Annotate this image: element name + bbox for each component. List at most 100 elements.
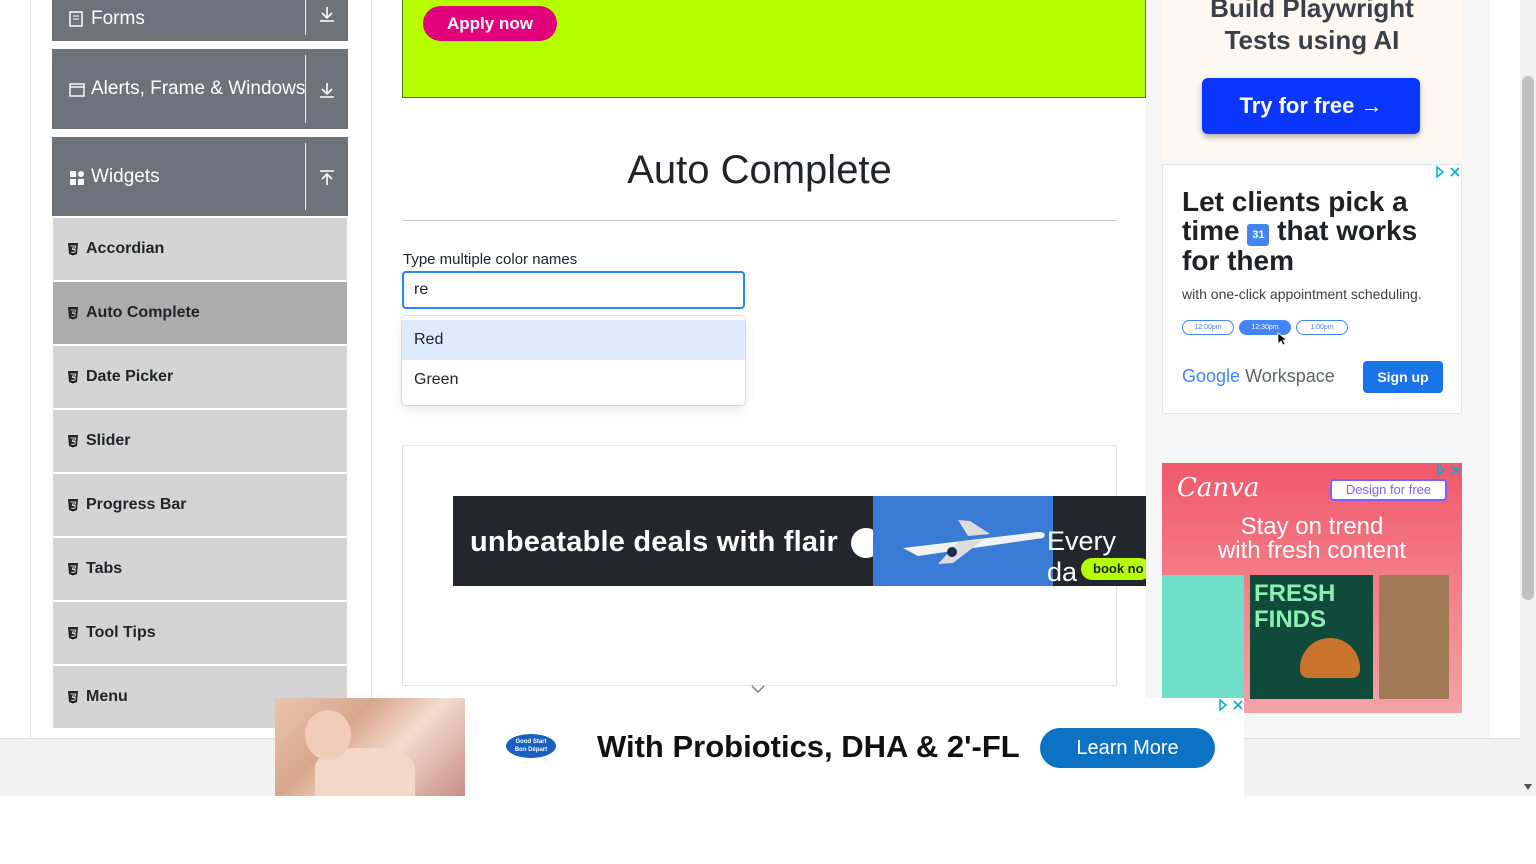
- sidebar-item-label: Tool Tips: [86, 624, 156, 641]
- learn-more-button[interactable]: Learn More: [1040, 728, 1215, 768]
- document-icon: [69, 10, 85, 27]
- group-divider: [305, 143, 306, 210]
- sidebar-item-label: Menu: [86, 688, 128, 705]
- sidebar-item-label: Date Picker: [86, 368, 174, 385]
- top-ad-banner[interactable]: Apply now: [402, 0, 1146, 98]
- good-start-logo: Good Start Bon Départ: [506, 734, 556, 758]
- group-label: Forms: [91, 7, 145, 29]
- baby-image: [275, 698, 465, 796]
- google-head-line2b: that works: [1277, 215, 1418, 246]
- sidebar-item-slider[interactable]: Slider: [53, 410, 347, 472]
- ad-choices-icon[interactable]: [1431, 165, 1461, 179]
- suggestion-option-green[interactable]: Green: [402, 360, 745, 400]
- sidebar-item-date-picker[interactable]: Date Picker: [53, 346, 347, 408]
- group-widgets[interactable]: Widgets: [52, 137, 348, 216]
- canva-tagline: Stay on trend with fresh content: [1162, 515, 1462, 563]
- playwright-title-line1: Build Playwright: [1210, 0, 1414, 23]
- sidebar-item-accordian[interactable]: Accordian: [53, 218, 347, 280]
- google-head-line1: Let clients pick a: [1182, 186, 1408, 217]
- sidebar-item-label: Slider: [86, 432, 131, 449]
- brand-line-2: Bon Départ: [514, 747, 548, 753]
- canva-logo: Canva: [1177, 473, 1260, 503]
- sidebar-item-label: Accordian: [86, 240, 165, 257]
- suggestion-option-red[interactable]: Red: [402, 320, 745, 360]
- page-frame-left: [30, 0, 31, 738]
- window-icon: [69, 81, 85, 97]
- cursor-icon: [1277, 332, 1287, 346]
- design-for-free-button[interactable]: Design for free: [1330, 479, 1447, 501]
- canva-tagline-1: Stay on trend: [1240, 513, 1384, 540]
- finds-text: FINDS: [1254, 606, 1326, 633]
- group-alerts-frame-windows[interactable]: Alerts, Frame & Windows: [52, 49, 348, 129]
- sidebar-item-tabs[interactable]: Tabs: [53, 538, 347, 600]
- try-for-free-button[interactable]: Try for free →: [1202, 78, 1420, 134]
- grid-icon: [69, 169, 85, 185]
- bottom-ad-text: With Probiotics, DHA & 2'-FL: [597, 729, 1020, 764]
- flair-ad-text: unbeatable deals with flair: [470, 526, 838, 558]
- group-forms[interactable]: Forms: [52, 0, 348, 41]
- google-workspace-ad[interactable]: Let clients pick a time 31 that works fo…: [1162, 164, 1462, 414]
- sidebar-item-label: Auto Complete: [86, 304, 200, 321]
- calendar-icon: 31: [1247, 224, 1270, 246]
- download-arrow-icon[interactable]: [314, 77, 340, 103]
- canva-tile-teal: [1162, 575, 1244, 699]
- google-ad-subtext: with one-click appointment scheduling.: [1182, 286, 1422, 302]
- google-ad-headline: Let clients pick a time 31 that works fo…: [1182, 187, 1452, 275]
- brand-line-1: Good Start: [515, 739, 547, 745]
- ad-choices-icon[interactable]: [1214, 698, 1244, 712]
- group-label: Alerts, Frame & Windows: [91, 78, 306, 99]
- html5-icon: [67, 626, 79, 640]
- title-divider: [402, 220, 1117, 221]
- group-divider: [305, 55, 306, 123]
- google-head-line2: time 31 that works: [1182, 216, 1452, 246]
- apply-now-button[interactable]: Apply now: [423, 6, 557, 41]
- time-slot: 12:00pm: [1182, 320, 1234, 335]
- sidebar-item-auto-complete[interactable]: Auto Complete: [53, 282, 347, 344]
- autocomplete-suggestions: Red Green: [402, 316, 745, 405]
- canva-tile-person: [1379, 575, 1449, 699]
- playwright-title-line2: Tests using AI: [1224, 25, 1400, 55]
- google-head-line3: for them: [1182, 245, 1294, 276]
- html5-icon: [67, 434, 79, 448]
- time-slot: 1:00pm: [1296, 320, 1348, 335]
- google-workspace-logo: Google Workspace: [1182, 366, 1335, 387]
- html5-icon: [67, 242, 79, 256]
- baby-head: [305, 710, 351, 760]
- sidebar-item-tool-tips[interactable]: Tool Tips: [53, 602, 347, 664]
- google-head-line2a: time: [1182, 215, 1240, 246]
- canva-tagline-2: with fresh content: [1217, 537, 1407, 564]
- fresh-finds-text: FRESH FINDS: [1254, 581, 1335, 633]
- scrollbar-thumb[interactable]: [1522, 76, 1534, 600]
- html5-icon: [67, 306, 79, 320]
- html5-icon: [67, 690, 79, 704]
- playwright-ad[interactable]: Build Playwright Tests using AI Try for …: [1162, 0, 1462, 160]
- page-frame-divider: [371, 0, 372, 738]
- group-label: Widgets: [91, 165, 160, 187]
- sidebar-item-label: Tabs: [86, 560, 123, 577]
- canva-ad[interactable]: Canva Design for free Stay on trend with…: [1162, 463, 1462, 713]
- fresh-text: FRESH: [1254, 580, 1336, 607]
- input-value: re: [414, 281, 429, 298]
- sidebar-item-label: Progress Bar: [86, 496, 187, 513]
- sidebar-item-progress-bar[interactable]: Progress Bar: [53, 474, 347, 536]
- download-arrow-icon[interactable]: [314, 1, 340, 27]
- airplane-icon: [903, 520, 1045, 564]
- html5-icon: [67, 370, 79, 384]
- flair-book-button[interactable]: book no: [1081, 558, 1146, 580]
- workspace-logo-text: Workspace: [1245, 366, 1335, 386]
- sign-up-button[interactable]: Sign up: [1363, 361, 1443, 393]
- chevron-down-icon[interactable]: [750, 684, 766, 694]
- upload-arrow-icon[interactable]: [314, 165, 340, 191]
- multi-color-input[interactable]: re: [402, 271, 745, 309]
- html5-icon: [67, 562, 79, 576]
- google-logo-text: Google: [1182, 366, 1241, 386]
- playwright-ad-title: Build Playwright Tests using AI: [1162, 0, 1462, 56]
- multi-color-label: Type multiple color names: [403, 251, 578, 268]
- group-divider: [305, 0, 306, 35]
- scroll-down-arrow-icon[interactable]: [1524, 784, 1532, 790]
- ad-choices-icon[interactable]: [1432, 463, 1462, 477]
- flair-ad-banner[interactable]: unbeatable deals with flair Every da boo…: [453, 496, 1146, 586]
- page-title: Auto Complete: [627, 148, 892, 192]
- html5-icon: [67, 498, 79, 512]
- bottom-ad-banner[interactable]: Good Start Bon Départ With Probiotics, D…: [275, 698, 1244, 796]
